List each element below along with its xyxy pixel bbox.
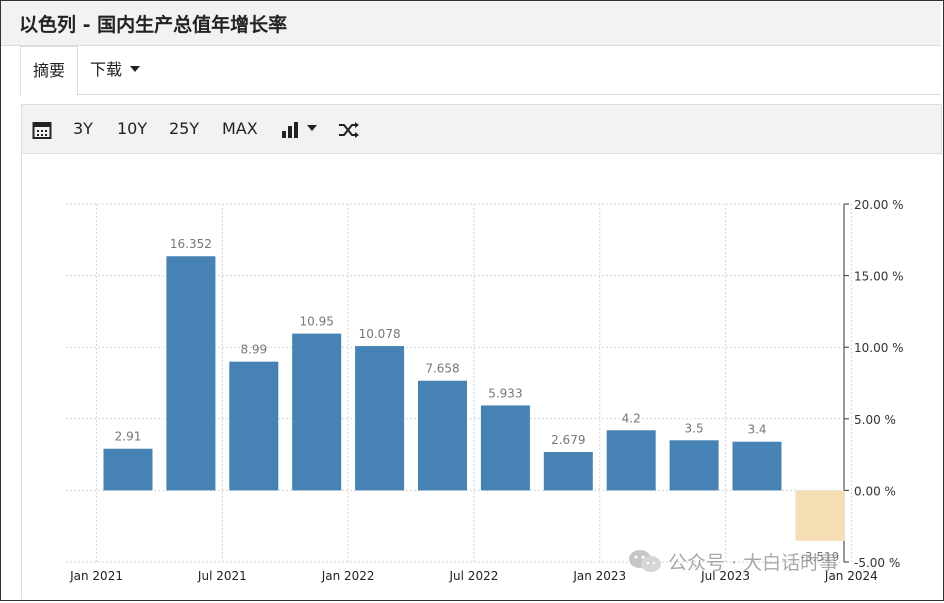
range-3y-button[interactable]: 3Y (73, 105, 93, 153)
bar (480, 405, 530, 491)
data-label: 2.91 (115, 430, 142, 444)
data-label: 3.5 (685, 421, 704, 435)
x-tick-label: Jan 2022 (321, 569, 375, 583)
bar (795, 490, 845, 541)
range-10y-button[interactable]: 10Y (117, 105, 147, 153)
range-25y-button[interactable]: 25Y (169, 105, 199, 153)
bar (669, 440, 719, 491)
y-tick-label: 15.00 % (854, 270, 904, 284)
bar (418, 380, 467, 491)
tab-download-label: 下载 (90, 60, 123, 79)
range-max-button[interactable]: MAX (222, 105, 258, 153)
data-label: 5.933 (488, 386, 522, 400)
x-tick-label: Jan 2023 (572, 569, 626, 583)
bar (355, 346, 405, 491)
bar (229, 361, 279, 491)
data-label: 8.99 (240, 343, 267, 357)
y-tick-label: 0.00 % (854, 484, 896, 498)
bar (103, 448, 153, 491)
x-tick-label: Jan 2021 (69, 569, 123, 583)
y-tick-label: 10.00 % (854, 341, 904, 355)
tab-download[interactable]: 下载 (78, 46, 152, 94)
watermark: 公众号 · 大白话时事 (628, 548, 838, 578)
wechat-icon (628, 549, 662, 578)
data-label: 2.679 (551, 433, 585, 447)
x-tick-label: Jul 2022 (449, 569, 499, 583)
data-label: 7.658 (425, 362, 459, 376)
caret-down-icon (307, 125, 317, 131)
bar (292, 333, 342, 491)
data-label: 16.352 (170, 237, 212, 251)
bar-chart: 20.00 % 15.00 % 10.00 % 5.00 % 0.00 % -5.00 %… (66, 198, 904, 583)
data-label: 4.2 (622, 411, 641, 425)
chart-area: 20.00 % 15.00 % 10.00 % 5.00 % 0.00 % -5.00 %… (21, 154, 943, 599)
tab-summary[interactable]: 摘要 (20, 46, 79, 96)
chart-toolbar: 3Y 10Y 25Y MAX (21, 104, 942, 154)
bar-chart-icon (282, 121, 298, 138)
y-tick-label: 20.00 % (854, 198, 904, 212)
watermark-text: 公众号 · 大白话时事 (668, 552, 839, 574)
bar (543, 452, 593, 491)
bar (606, 430, 656, 491)
title-bar: 以色列 - 国内生产总值年增长率 (1, 1, 941, 46)
bar (732, 441, 782, 491)
caret-down-icon (130, 66, 141, 72)
page-title: 以色列 - 国内生产总值年增长率 (19, 14, 288, 36)
tab-bar: 摘要 下载 (20, 46, 940, 96)
chart-type-dropdown[interactable] (281, 105, 317, 153)
shuffle-icon[interactable] (338, 105, 360, 153)
bar (166, 256, 216, 491)
x-tick-label: Jul 2021 (197, 569, 247, 583)
tab-summary-label: 摘要 (33, 61, 66, 80)
data-label: 3.4 (747, 423, 766, 437)
data-label: 10.078 (359, 327, 401, 341)
calendar-icon[interactable] (32, 105, 52, 153)
data-label: 10.95 (300, 315, 334, 329)
y-tick-label: -5.00 % (854, 556, 900, 570)
y-tick-label: 5.00 % (854, 413, 896, 427)
